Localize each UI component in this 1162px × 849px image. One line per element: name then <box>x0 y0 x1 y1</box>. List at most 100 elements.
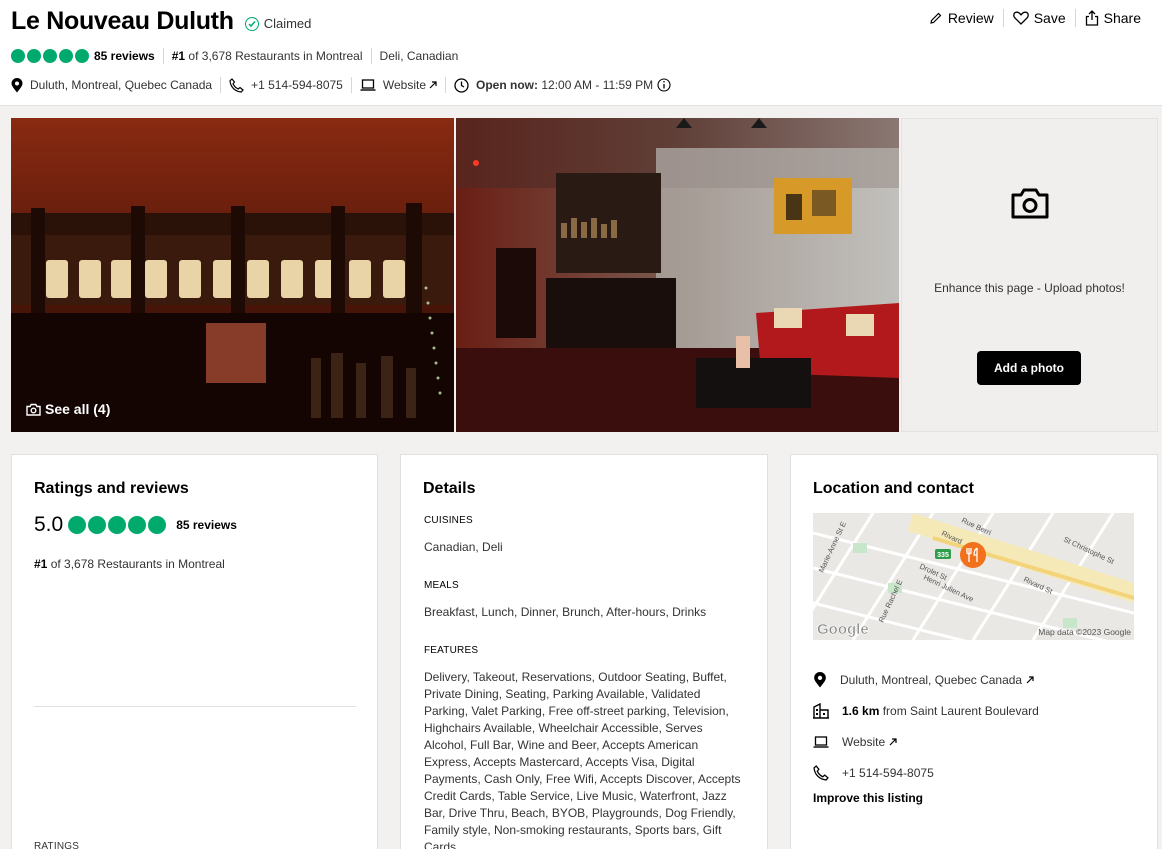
claimed-badge[interactable]: Claimed <box>244 16 312 31</box>
page-title: Le Nouveau Duluth <box>11 7 234 35</box>
features-section: FEATURES Delivery, Takeout, Reservations… <box>424 645 742 849</box>
claimed-label: Claimed <box>263 16 312 31</box>
save-button[interactable]: Save <box>1004 10 1075 26</box>
rank-number: #1 <box>171 49 186 63</box>
address-link[interactable]: Duluth, Montreal, Quebec Canada <box>813 664 1039 695</box>
camera-icon <box>1011 188 1049 219</box>
heart-icon <box>1012 11 1029 25</box>
review-button[interactable]: Review <box>920 10 1003 26</box>
rating-bubble <box>43 49 57 63</box>
cuisines-value: Canadian, Deli <box>424 540 503 554</box>
divider <box>445 77 446 93</box>
rating-bubble <box>11 49 25 63</box>
rating-bubbles <box>11 49 91 63</box>
divider <box>162 48 164 64</box>
upload-photos-panel: Enhance this page - Upload photos! Add a… <box>901 118 1158 432</box>
external-arrow-icon <box>429 81 437 89</box>
route-badge: 335 <box>937 552 949 559</box>
distance-info: 1.6 km from Saint Laurent Boulevard <box>813 695 1039 726</box>
phone-text: +1 514-594-8075 <box>842 765 934 780</box>
phone-link[interactable]: +1 514-594-8075 <box>813 757 1039 788</box>
reviews-count-link[interactable]: 85 reviews <box>176 518 237 532</box>
google-logo: Google <box>817 621 869 638</box>
divider <box>350 77 352 93</box>
cuisine-links[interactable]: Deli, Canadian <box>380 49 459 63</box>
website-link[interactable]: Website <box>360 78 437 92</box>
ratings-card: Ratings and reviews 5.0 85 reviews #1 of… <box>11 454 378 849</box>
divider <box>370 48 372 64</box>
photo-gallery: See all (4) Enhance this page - Upload p… <box>11 118 1158 432</box>
location-map[interactable]: Marie-Anne St E Rue Berri Rivard St Chri… <box>813 513 1134 640</box>
rating-score: 5.0 <box>34 513 64 536</box>
rating-bubbles <box>68 516 168 534</box>
improve-listing-link[interactable]: Improve this listing <box>813 791 923 805</box>
ranking-link[interactable]: #1 of 3,678 Restaurants in Montreal <box>34 557 225 571</box>
location-card: Location and contact Marie-Anne St E Rue <box>790 454 1158 849</box>
pencil-icon <box>930 12 942 24</box>
divider <box>220 77 222 93</box>
distance-text: from Saint Laurent Boulevard <box>882 703 1039 718</box>
restaurant-photo-lounge[interactable] <box>456 118 899 432</box>
map-image: Marie-Anne St E Rue Berri Rivard St Chri… <box>813 513 1134 640</box>
upload-prompt: Enhance this page - Upload photos! <box>934 281 1125 295</box>
info-icon[interactable] <box>657 78 671 92</box>
features-label: FEATURES <box>424 645 479 656</box>
address-link[interactable]: Duluth, Montreal, Quebec Canada <box>11 77 212 93</box>
laptop-icon <box>360 79 376 91</box>
reviews-count-link[interactable]: 85 reviews <box>94 49 155 63</box>
open-now-label: Open now: <box>476 78 538 92</box>
ratings-section-label: RATINGS <box>34 841 80 849</box>
phone-link[interactable]: +1 514-594-8075 <box>229 77 343 93</box>
meals-section: MEALS Breakfast, Lunch, Dinner, Brunch, … <box>424 580 744 621</box>
top-actions: Review Save Share <box>920 9 1150 27</box>
lounge-image <box>456 118 899 432</box>
see-all-label: See all (4) <box>45 401 111 417</box>
rating-bubble <box>88 516 107 534</box>
rank-text: of 3,678 Restaurants in Montreal <box>50 557 225 571</box>
see-all-photos-button[interactable]: See all (4) <box>26 401 110 417</box>
website-link[interactable]: Website <box>813 726 1039 757</box>
map-pin-icon <box>11 77 23 92</box>
map-attribution: Map data ©2023 Google <box>1038 627 1131 637</box>
details-title: Details <box>423 480 476 497</box>
details-card: Details CUISINES Canadian, Deli MEALS Br… <box>400 454 768 849</box>
location-title: Location and contact <box>813 480 974 497</box>
external-arrow-icon <box>1026 675 1034 683</box>
meals-label: MEALS <box>424 580 459 591</box>
contact-list: Duluth, Montreal, Quebec Canada 1.6 km f… <box>813 664 1039 788</box>
review-label: Review <box>947 10 994 26</box>
phone-icon <box>813 764 829 781</box>
rank-number: #1 <box>34 557 48 571</box>
distance-value: 1.6 km <box>842 703 880 718</box>
check-circle-icon <box>244 16 259 31</box>
rank-text: of 3,678 Restaurants in Montreal <box>188 49 363 63</box>
rating-bubble <box>59 49 73 63</box>
clock-icon <box>454 77 469 93</box>
title-row: Le Nouveau Duluth Claimed <box>11 7 311 36</box>
external-arrow-icon <box>889 737 897 745</box>
contact-row: Duluth, Montreal, Quebec Canada +1 514-5… <box>11 75 671 95</box>
meals-value: Breakfast, Lunch, Dinner, Brunch, After-… <box>424 605 707 619</box>
rating-bubble <box>68 516 87 534</box>
add-photo-button[interactable]: Add a photo <box>977 351 1081 385</box>
share-button[interactable]: Share <box>1076 10 1150 26</box>
phone-icon <box>229 77 244 93</box>
listing-header: Le Nouveau Duluth Claimed Review Save Sh… <box>0 0 1162 106</box>
bar-shelf-image <box>11 118 454 432</box>
phone-text: +1 514-594-8075 <box>251 78 343 92</box>
hours-info[interactable]: Open now: 12:00 AM - 11:59 PM <box>454 77 671 93</box>
address-text: Duluth, Montreal, Quebec Canada <box>840 672 1023 687</box>
website-text: Website <box>842 734 886 749</box>
restaurant-photo-bar[interactable]: See all (4) <box>11 118 454 432</box>
rating-bubble <box>108 516 127 534</box>
hours-text: 12:00 AM - 11:59 PM <box>541 78 654 92</box>
camera-icon <box>26 403 41 416</box>
save-label: Save <box>1033 10 1066 26</box>
divider <box>34 706 356 707</box>
ranking-link[interactable]: #1 of 3,678 Restaurants in Montreal <box>172 49 363 63</box>
share-label: Share <box>1103 10 1141 26</box>
ratings-title: Ratings and reviews <box>34 480 189 497</box>
summary-row: 85 reviews #1 of 3,678 Restaurants in Mo… <box>11 47 458 65</box>
cuisines-section: CUISINES Canadian, Deli <box>424 515 744 556</box>
building-icon <box>813 702 829 719</box>
